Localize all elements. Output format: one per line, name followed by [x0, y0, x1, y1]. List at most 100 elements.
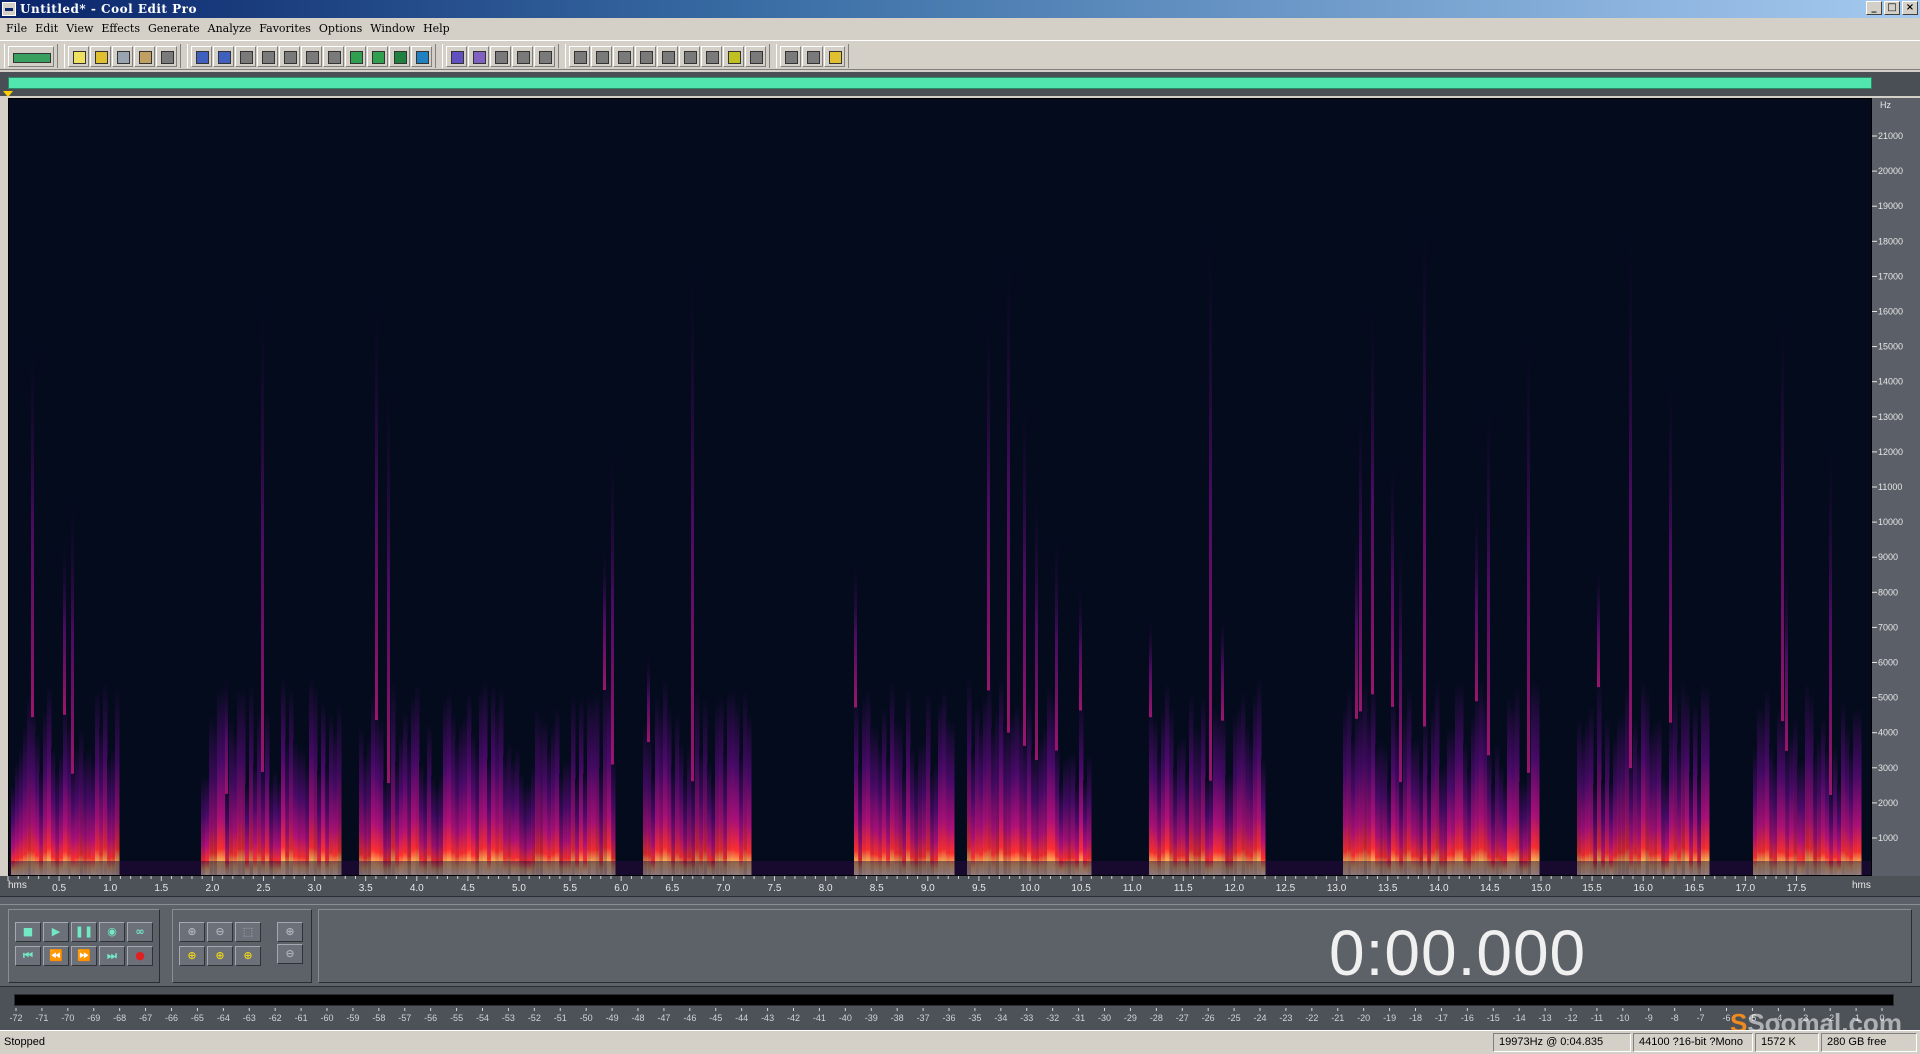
stop-icon[interactable]: ■: [15, 922, 41, 942]
time-tick-label: 4.0: [410, 883, 424, 894]
horizontal-scroll-strip[interactable]: [0, 896, 1920, 904]
spectral-view-icon[interactable]: [591, 45, 612, 67]
dynamics-icon[interactable]: [512, 45, 533, 67]
normalize-icon[interactable]: [490, 45, 511, 67]
save-as-icon[interactable]: [134, 45, 155, 67]
cd-player-icon[interactable]: [780, 45, 801, 67]
close-button[interactable]: ×: [1902, 1, 1918, 15]
go-to-start-icon[interactable]: ⏮: [15, 946, 41, 966]
spectrogram-energy-band: [1495, 742, 1500, 875]
redo-icon[interactable]: [213, 45, 234, 67]
zoom-out-icon[interactable]: ⊖: [207, 922, 233, 942]
app-icon[interactable]: [2, 2, 16, 16]
paste-new-icon[interactable]: [345, 45, 366, 67]
loop-icon[interactable]: ∞: [127, 922, 153, 942]
vertical-zoom-out-icon[interactable]: ⊖: [277, 944, 303, 964]
spectrogram-energy-band: [1217, 709, 1222, 875]
spectrogram-energy-band: [1531, 678, 1536, 875]
zoom-left-icon[interactable]: ⊕: [179, 946, 205, 966]
menu-file[interactable]: File: [4, 22, 33, 35]
spectrogram-energy-band: [1031, 751, 1036, 875]
level-meter-icon[interactable]: [723, 45, 744, 67]
spectrogram-energy-band: [475, 745, 480, 875]
pause-icon[interactable]: ❚❚: [71, 922, 97, 942]
menu-generate[interactable]: Generate: [146, 22, 206, 35]
status-bar: Stopped 19973Hz @ 0:04.835 44100 ?16-bit…: [0, 1030, 1920, 1054]
frequency-tick-label: 20000: [1878, 166, 1903, 176]
menu-edit[interactable]: Edit: [33, 22, 64, 35]
zoom-in-icon[interactable]: ⊕: [179, 922, 205, 942]
spectrogram-energy-band: [747, 712, 752, 875]
play-to-end-icon[interactable]: ◉: [99, 922, 125, 942]
spectrogram-energy-band: [71, 763, 76, 875]
level-tick-label: -11: [1591, 1013, 1603, 1023]
fade-icon[interactable]: [468, 45, 489, 67]
play-icon[interactable]: ▶: [43, 922, 69, 942]
spectral-display[interactable]: [8, 98, 1872, 876]
spectrogram-low-band: [9, 861, 1871, 875]
spectrogram-energy-band: [39, 771, 44, 875]
level-tick-label: -64: [217, 1013, 230, 1023]
copy-icon[interactable]: [257, 45, 278, 67]
new-file-icon[interactable]: [68, 45, 89, 67]
maximize-button[interactable]: □: [1884, 1, 1900, 15]
fast-forward-icon[interactable]: ⏩: [71, 946, 97, 966]
time-ruler[interactable]: 0.5 1.0 1.5 2.0 2.5 3.0 3.5 4.0 4.5 5.0 5.5 6.0 6.5 7…: [0, 876, 1920, 896]
spectrogram-energy-band: [1757, 705, 1762, 875]
repeat-icon[interactable]: [235, 45, 256, 67]
time-format-icon[interactable]: [679, 45, 700, 67]
play-cursor-marker[interactable]: [3, 91, 13, 97]
zoom-selection-icon[interactable]: ⊕: [235, 946, 261, 966]
envelope-icon[interactable]: [446, 45, 467, 67]
multitrack-toggle-icon[interactable]: [8, 45, 54, 67]
menu-effects[interactable]: Effects: [99, 22, 146, 35]
minimize-button[interactable]: _: [1866, 1, 1882, 15]
paste-icon[interactable]: [279, 45, 300, 67]
close-file-icon[interactable]: [156, 45, 177, 67]
menu-favorites[interactable]: Favorites: [257, 22, 317, 35]
menu-window[interactable]: Window: [368, 22, 421, 35]
overview-range-bar[interactable]: [8, 77, 1872, 89]
spectrogram-canvas[interactable]: [9, 99, 1871, 875]
rewind-icon[interactable]: ⏪: [43, 946, 69, 966]
cut-icon[interactable]: [301, 45, 322, 67]
record-icon[interactable]: ●: [127, 946, 153, 966]
spectrogram-energy-band: [1685, 690, 1690, 875]
status-file-size: 1572 K: [1755, 1033, 1819, 1052]
vertical-zoom-in-icon[interactable]: ⊕: [277, 922, 303, 942]
status-bar-icon[interactable]: [745, 45, 766, 67]
time-display[interactable]: 0:00.000: [1329, 916, 1586, 990]
insert-icon[interactable]: [389, 45, 410, 67]
overview-strip[interactable]: [0, 72, 1920, 97]
menu-options[interactable]: Options: [317, 22, 368, 35]
spectrogram-energy-band: [1071, 751, 1076, 875]
cue-list-icon[interactable]: [613, 45, 634, 67]
spectrogram-energy-band: [707, 762, 712, 875]
trim-icon[interactable]: [323, 45, 344, 67]
waveform-view-icon[interactable]: [569, 45, 590, 67]
crossfade-icon[interactable]: [411, 45, 432, 67]
mix-paste-icon[interactable]: [367, 45, 388, 67]
time-tick-label: 7.0: [716, 883, 730, 894]
menu-analyze[interactable]: Analyze: [206, 22, 258, 35]
spectrogram-energy-band: [367, 737, 372, 875]
help-icon[interactable]: [824, 45, 845, 67]
menu-view[interactable]: View: [64, 22, 99, 35]
spectrogram-transient-streak: [375, 294, 378, 721]
info-icon[interactable]: [657, 45, 678, 67]
spectrogram-energy-band: [1063, 758, 1068, 875]
tools-icon[interactable]: [802, 45, 823, 67]
zoom-right-icon[interactable]: ⊕: [207, 946, 233, 966]
open-file-icon[interactable]: [90, 45, 111, 67]
spectrogram-energy-band: [739, 753, 744, 875]
spectrogram-transient-streak: [611, 440, 614, 765]
undo-icon[interactable]: [191, 45, 212, 67]
go-to-end-icon[interactable]: ⏭: [99, 946, 125, 966]
menu-help[interactable]: Help: [421, 22, 456, 35]
filter-icon[interactable]: [534, 45, 555, 67]
zoom-full-icon[interactable]: ⬚: [235, 922, 261, 942]
save-icon[interactable]: [112, 45, 133, 67]
spectrogram-energy-band: [1475, 691, 1480, 875]
play-list-icon[interactable]: [635, 45, 656, 67]
frequency-analysis-icon[interactable]: [701, 45, 722, 67]
